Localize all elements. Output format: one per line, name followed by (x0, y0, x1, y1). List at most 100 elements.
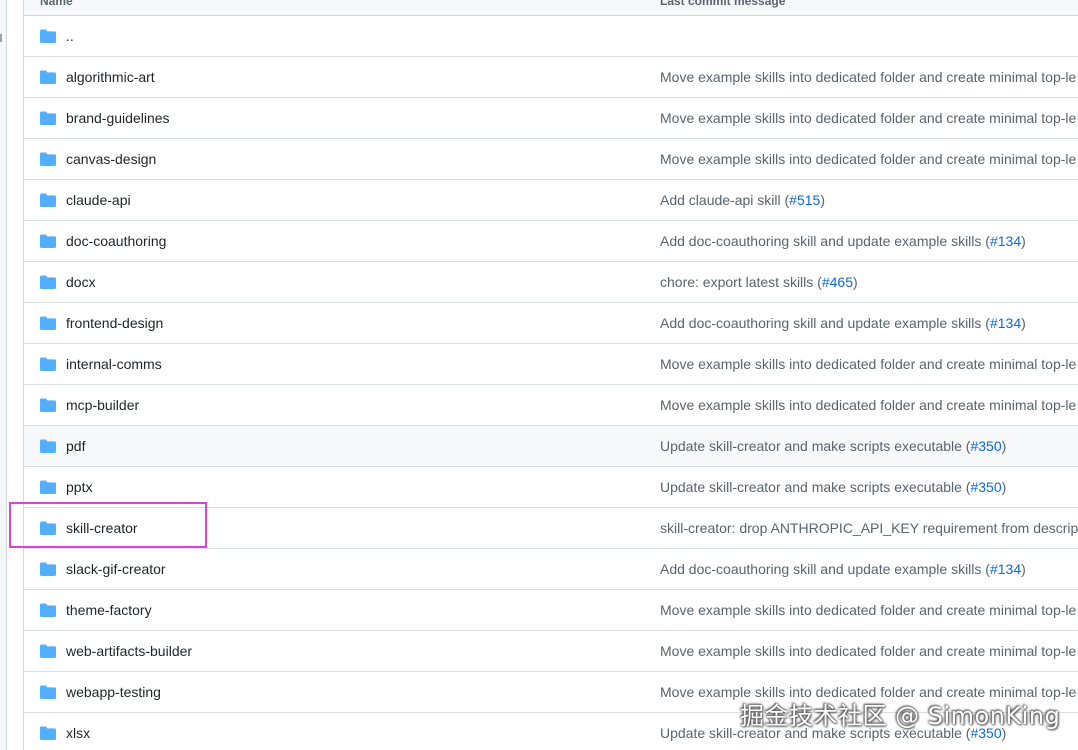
folder-icon (40, 439, 56, 453)
file-name-link[interactable]: algorithmic-art (66, 69, 155, 85)
gutter-marker (0, 34, 6, 42)
pull-request-link[interactable]: #350 (970, 479, 1001, 495)
commit-message-text[interactable]: Update skill-creator and make scripts ex… (660, 438, 970, 454)
commit-message[interactable]: Move example skills into dedicated folde… (660, 110, 1076, 126)
folder-icon (40, 480, 56, 494)
commit-message-suffix: ) (820, 192, 825, 208)
file-name-link[interactable]: docx (66, 274, 96, 290)
file-name-link[interactable]: theme-factory (66, 602, 152, 618)
pull-request-link[interactable]: #134 (990, 233, 1021, 249)
file-browser-page: Name Last commit message .. algorithmic-a… (0, 0, 1078, 750)
commit-message[interactable]: Move example skills into dedicated folde… (660, 602, 1076, 618)
left-gutter (0, 0, 7, 750)
file-row-docx[interactable]: docx chore: export latest skills (#465) (24, 262, 1078, 303)
file-row-brand-guidelines[interactable]: brand-guidelines Move example skills into… (24, 98, 1078, 139)
file-row-skill-creator[interactable]: skill-creator skill-creator: drop ANTHROP… (24, 508, 1078, 549)
file-name-link[interactable]: .. (66, 28, 74, 44)
file-name-link[interactable]: doc-coauthoring (66, 233, 166, 249)
commit-message-text[interactable]: Add doc-coauthoring skill and update exa… (660, 233, 990, 249)
file-row-claude-api[interactable]: claude-api Add claude-api skill (#515) (24, 180, 1078, 221)
commit-message[interactable]: Add doc-coauthoring skill and update exa… (660, 233, 1026, 249)
commit-message-suffix: ) (1021, 233, 1026, 249)
file-name-link[interactable]: internal-comms (66, 356, 162, 372)
file-name-link[interactable]: frontend-design (66, 315, 163, 331)
commit-message[interactable]: Update skill-creator and make scripts ex… (660, 438, 1006, 454)
file-row-internal-comms[interactable]: internal-comms Move example skills into d… (24, 344, 1078, 385)
commit-message-text[interactable]: Move example skills into dedicated folde… (660, 110, 1076, 126)
folder-icon (40, 152, 56, 166)
file-name-link[interactable]: slack-gif-creator (66, 561, 166, 577)
file-row-pdf[interactable]: pdf Update skill-creator and make scripts… (24, 426, 1078, 467)
pull-request-link[interactable]: #350 (970, 438, 1001, 454)
commit-message-text[interactable]: Move example skills into dedicated folde… (660, 643, 1076, 659)
commit-message[interactable]: Add doc-coauthoring skill and update exa… (660, 315, 1026, 331)
file-name-link[interactable]: brand-guidelines (66, 110, 170, 126)
commit-message[interactable]: skill-creator: drop ANTHROPIC_API_KEY re… (660, 520, 1078, 536)
pull-request-link[interactable]: #134 (990, 315, 1021, 331)
folder-icon (40, 644, 56, 658)
watermark: 掘金技术社区 @ SimonKing (740, 702, 1061, 730)
commit-message[interactable]: Move example skills into dedicated folde… (660, 151, 1076, 167)
pull-request-link[interactable]: #134 (990, 561, 1021, 577)
folder-icon (40, 29, 56, 43)
commit-message[interactable]: Move example skills into dedicated folde… (660, 69, 1076, 85)
commit-message[interactable]: Move example skills into dedicated folde… (660, 397, 1076, 413)
message-column-header: Last commit message (660, 0, 786, 8)
commit-message-text[interactable]: Move example skills into dedicated folde… (660, 356, 1076, 372)
folder-icon (40, 685, 56, 699)
commit-message-text[interactable]: Add doc-coauthoring skill and update exa… (660, 315, 990, 331)
file-name-link[interactable]: pptx (66, 479, 92, 495)
pull-request-link[interactable]: #465 (822, 274, 853, 290)
file-name-link[interactable]: skill-creator (66, 520, 138, 536)
file-row-slack-gif-creator[interactable]: slack-gif-creator Add doc-coauthoring ski… (24, 549, 1078, 590)
file-list: .. algorithmic-art Move example skills int… (24, 16, 1078, 750)
folder-icon (40, 193, 56, 207)
commit-message[interactable]: Add doc-coauthoring skill and update exa… (660, 561, 1026, 577)
commit-message-text[interactable]: Move example skills into dedicated folde… (660, 602, 1076, 618)
folder-icon (40, 316, 56, 330)
file-name-link[interactable]: pdf (66, 438, 85, 454)
folder-icon (40, 562, 56, 576)
commit-message-text[interactable]: Add doc-coauthoring skill and update exa… (660, 561, 990, 577)
file-name-link[interactable]: canvas-design (66, 151, 156, 167)
commit-message[interactable]: Update skill-creator and make scripts ex… (660, 479, 1006, 495)
file-row-pptx[interactable]: pptx Update skill-creator and make script… (24, 467, 1078, 508)
file-name-link[interactable]: mcp-builder (66, 397, 139, 413)
file-name-link[interactable]: xlsx (66, 725, 90, 741)
commit-message[interactable]: Move example skills into dedicated folde… (660, 643, 1076, 659)
folder-icon (40, 275, 56, 289)
commit-message-suffix: ) (1021, 561, 1026, 577)
commit-message[interactable]: Add claude-api skill (#515) (660, 192, 825, 208)
file-row-algorithmic-art[interactable]: algorithmic-art Move example skills into … (24, 57, 1078, 98)
commit-message-text[interactable]: Move example skills into dedicated folde… (660, 397, 1076, 413)
commit-message[interactable]: Move example skills into dedicated folde… (660, 356, 1076, 372)
folder-icon (40, 603, 56, 617)
folder-icon (40, 70, 56, 84)
commit-message-text[interactable]: skill-creator: drop ANTHROPIC_API_KEY re… (660, 520, 1078, 536)
commit-message-suffix: ) (853, 274, 858, 290)
file-row-frontend-design[interactable]: frontend-design Add doc-coauthoring skill… (24, 303, 1078, 344)
file-name-link[interactable]: claude-api (66, 192, 131, 208)
file-row-web-artifacts-builder[interactable]: web-artifacts-builder Move example skills… (24, 631, 1078, 672)
file-row-canvas-design[interactable]: canvas-design Move example skills into de… (24, 139, 1078, 180)
commit-message-suffix: ) (1001, 438, 1007, 454)
file-row-doc-coauthoring[interactable]: doc-coauthoring Add doc-coauthoring skill… (24, 221, 1078, 262)
file-row-mcp-builder[interactable]: mcp-builder Move example skills into dedi… (24, 385, 1078, 426)
commit-message-suffix: ) (1001, 479, 1007, 495)
file-row-theme-factory[interactable]: theme-factory Move example skills into de… (24, 590, 1078, 631)
file-table: Name Last commit message .. algorithmic-a… (23, 0, 1078, 750)
folder-icon (40, 521, 56, 535)
commit-message[interactable]: chore: export latest skills (#465) (660, 274, 858, 290)
commit-message-text[interactable]: Move example skills into dedicated folde… (660, 151, 1076, 167)
commit-message-text[interactable]: Update skill-creator and make scripts ex… (660, 479, 970, 495)
file-name-link[interactable]: webapp-testing (66, 684, 161, 700)
file-name-link[interactable]: web-artifacts-builder (66, 643, 192, 659)
folder-icon (40, 111, 56, 125)
pull-request-link[interactable]: #515 (789, 192, 820, 208)
commit-message-text[interactable]: Add claude-api skill ( (660, 192, 789, 208)
commit-message-text[interactable]: chore: export latest skills ( (660, 274, 822, 290)
commit-message-text[interactable]: Move example skills into dedicated folde… (660, 69, 1076, 85)
folder-icon (40, 357, 56, 371)
name-column-header: Name (40, 0, 73, 8)
file-row-parent-directory[interactable]: .. (24, 16, 1078, 57)
